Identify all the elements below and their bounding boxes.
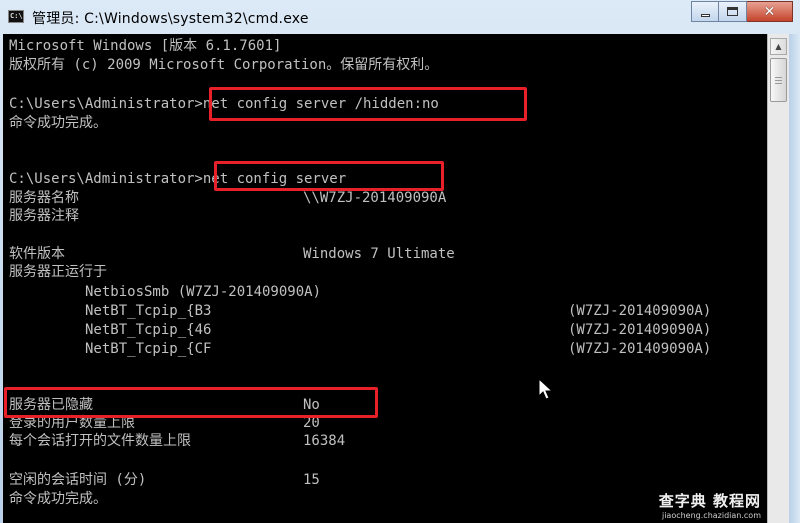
- software-version-value: Windows 7 Ultimate: [303, 246, 455, 262]
- max-open-files-value: 16384: [303, 433, 346, 449]
- console-line: NetBT_Tcpip_{46: [85, 322, 212, 338]
- transport-value: (W7ZJ-201409090A): [568, 322, 712, 338]
- minimize-icon: [700, 13, 710, 17]
- console-line: 命令成功完成。: [9, 491, 107, 507]
- server-name-value: \\W7ZJ-201409090A: [303, 190, 447, 206]
- console-output[interactable]: Microsoft Windows [版本 6.1.7601] 版权所有 (c)…: [3, 34, 767, 523]
- grip-line: [775, 83, 782, 84]
- console-line: NetBT_Tcpip_{CF: [85, 341, 212, 357]
- grip-line: [775, 77, 782, 78]
- highlight-server-hidden: [4, 387, 378, 418]
- window-title: 管理员: C:\Windows\system32\cmd.exe: [32, 11, 309, 27]
- watermark-sub: jiaocheng.chazidian.com: [661, 511, 761, 520]
- watermark-main: 查字典 教程网: [658, 492, 761, 510]
- highlight-config-command: [214, 161, 444, 191]
- console-line: 空闲的会话时间 (分): [9, 472, 147, 488]
- arrow-up-icon: ▲: [775, 42, 782, 51]
- scroll-thumb[interactable]: [770, 58, 787, 102]
- caption-buttons: ✕: [691, 1, 793, 23]
- console-line: 服务器名称: [9, 190, 79, 206]
- console-line: 命令成功完成。: [9, 115, 107, 131]
- console-line: 服务器正运行于: [9, 264, 107, 280]
- cmd-window: C:\. 管理员: C:\Windows\system32\cmd.exe ✕ …: [0, 0, 800, 523]
- idle-time-value: 15: [303, 472, 320, 488]
- transport-value: (W7ZJ-201409090A): [568, 341, 712, 357]
- cmd-app-icon[interactable]: C:\.: [8, 10, 27, 23]
- maximize-button[interactable]: [719, 1, 747, 22]
- console-line: 版权所有 (c) 2009 Microsoft Corporation。保留所有…: [9, 57, 439, 73]
- console-line: Microsoft Windows [版本 6.1.7601]: [9, 38, 282, 54]
- grip-line: [775, 80, 782, 81]
- highlight-hidden-command: [209, 87, 527, 121]
- minimize-button[interactable]: [691, 1, 719, 22]
- maximize-icon: [727, 7, 738, 16]
- console-line: 每个会话打开的文件数量上限: [9, 433, 191, 449]
- close-button[interactable]: ✕: [747, 1, 793, 22]
- transport-value: (W7ZJ-201409090A): [568, 303, 712, 319]
- title-bar[interactable]: C:\. 管理员: C:\Windows\system32\cmd.exe ✕: [0, 0, 800, 34]
- console-line: 软件版本: [9, 246, 65, 262]
- console-line: NetbiosSmb (W7ZJ-201409090A): [85, 284, 322, 300]
- close-icon: ✕: [763, 3, 776, 20]
- console-line: NetBT_Tcpip_{B3: [85, 303, 212, 319]
- window-frame-right: [789, 34, 800, 523]
- console-line: 服务器注释: [9, 208, 79, 224]
- scroll-up-button[interactable]: ▲: [770, 38, 787, 55]
- watermark: 查字典 教程网 jiaocheng.chazidian.com: [659, 490, 761, 520]
- mouse-cursor-icon: [538, 378, 554, 400]
- vertical-scrollbar[interactable]: ▲: [767, 34, 789, 523]
